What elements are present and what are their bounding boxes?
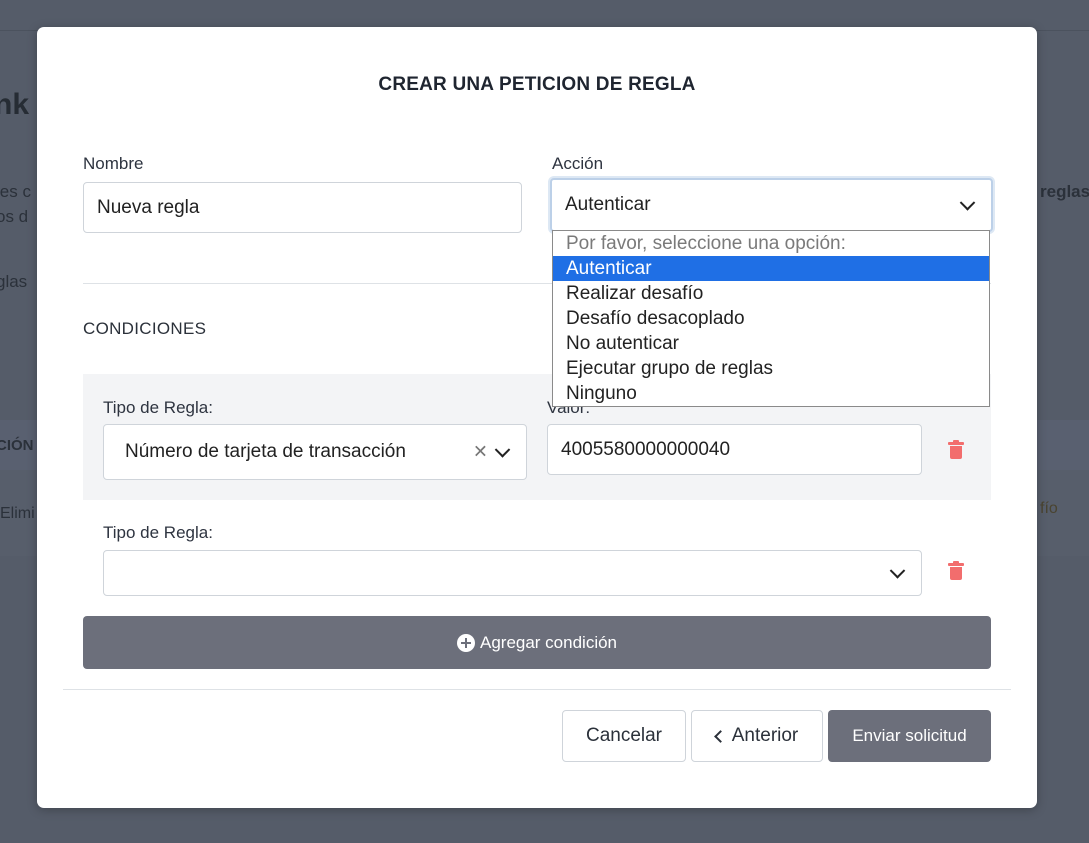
previous-button[interactable]: Anterior xyxy=(691,710,823,762)
rule-type-select[interactable] xyxy=(103,550,922,596)
rule-type-label: Tipo de Regla: xyxy=(103,398,213,417)
action-dropdown-list: Por favor, seleccione una opción: Autent… xyxy=(552,230,990,407)
background-text: les c xyxy=(0,182,31,201)
submit-request-button[interactable]: Enviar solicitud xyxy=(828,710,991,762)
cancel-button[interactable]: Cancelar xyxy=(562,710,686,762)
name-input-value: Nueva regla xyxy=(97,196,200,218)
background-text: os d xyxy=(0,207,29,226)
trash-icon[interactable] xyxy=(948,440,964,459)
name-input[interactable]: Nueva regla xyxy=(83,182,522,233)
action-option[interactable]: Ejecutar grupo de reglas xyxy=(553,356,989,381)
value-input-value: 4005580000000040 xyxy=(561,438,731,460)
action-option[interactable]: Ninguno xyxy=(553,381,989,406)
submit-label: Enviar solicitud xyxy=(852,726,967,745)
action-select-value: Autenticar xyxy=(565,194,651,215)
action-option[interactable]: Realizar desafío xyxy=(553,281,989,306)
add-condition-label: Agregar condición xyxy=(479,632,618,652)
action-option[interactable]: Autenticar xyxy=(553,256,989,281)
chevron-left-icon xyxy=(713,730,727,743)
action-option-placeholder[interactable]: Por favor, seleccione una opción: xyxy=(553,231,989,256)
cancel-label: Cancelar xyxy=(585,725,663,746)
footer-divider xyxy=(63,689,1011,690)
background-text: reglas xyxy=(1040,182,1089,201)
background-row-action: Elimi xyxy=(0,505,35,522)
create-rule-modal: CREAR UNA PETICION DE REGLA Nombre Nueva… xyxy=(37,27,1037,808)
value-input[interactable]: 4005580000000040 xyxy=(547,424,922,475)
action-label: Acción xyxy=(552,154,604,173)
chevron-down-icon xyxy=(959,195,976,211)
action-option[interactable]: No autenticar xyxy=(553,331,989,356)
chevron-down-icon xyxy=(494,442,511,458)
action-option[interactable]: Desafío desacoplado xyxy=(553,306,989,331)
rule-type-label: Tipo de Regla: xyxy=(103,523,213,542)
clear-icon[interactable]: ✕ xyxy=(473,442,488,463)
rule-type-select[interactable]: Número de tarjeta de transacción ✕ xyxy=(103,424,527,480)
chevron-down-icon xyxy=(889,563,906,579)
rule-type-value: Número de tarjeta de transacción xyxy=(125,441,406,462)
plus-circle-icon xyxy=(456,633,475,652)
action-select[interactable]: Autenticar xyxy=(550,178,993,232)
modal-title: CREAR UNA PETICION DE REGLA xyxy=(378,74,696,95)
name-label: Nombre xyxy=(83,154,144,173)
conditions-title: CONDICIONES xyxy=(83,319,207,338)
background-text: glas xyxy=(0,272,28,291)
previous-label: Anterior xyxy=(731,725,799,746)
trash-icon[interactable] xyxy=(948,561,964,580)
add-condition-button[interactable]: Agregar condición xyxy=(83,616,991,669)
background-column-header: CIÓN xyxy=(0,437,34,454)
background-row-text: fío xyxy=(1040,500,1058,517)
